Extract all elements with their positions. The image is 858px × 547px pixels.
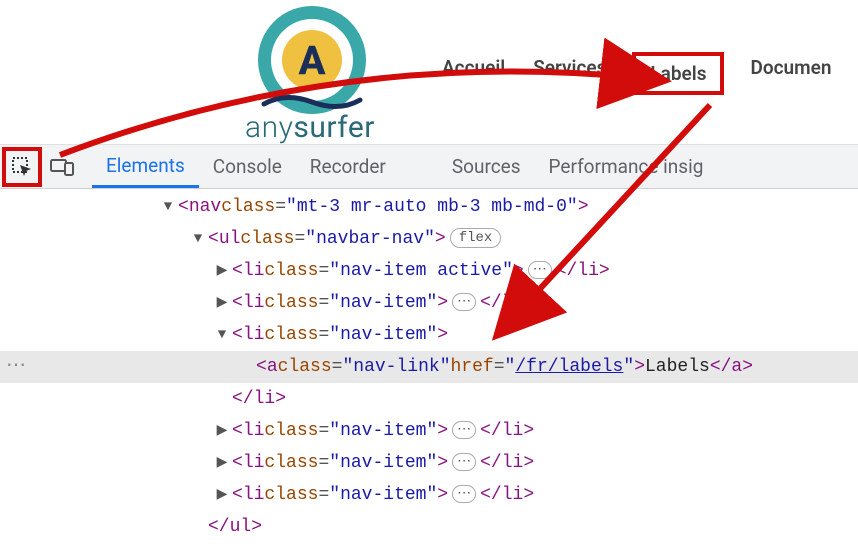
tab-sources[interactable]: Sources: [438, 147, 535, 186]
tab-elements[interactable]: Elements: [92, 146, 199, 188]
nav-accueil[interactable]: Accueil: [440, 52, 507, 95]
dom-node-li[interactable]: ▶<li class="nav-item">⋯</li>: [0, 287, 858, 319]
device-toolbar-icon[interactable]: [42, 147, 82, 187]
dom-node-li-expanded[interactable]: ▼<li class="nav-item">: [0, 319, 858, 351]
expand-toggle-icon[interactable]: ▶: [214, 479, 230, 511]
dom-node-ul[interactable]: ▼<ul class="navbar-nav"> flex: [0, 223, 858, 255]
devtools-panel: Elements Console Recorder Sources Perfor…: [0, 145, 858, 547]
ellipsis-icon[interactable]: ⋯: [452, 421, 476, 439]
dom-node-li[interactable]: ▶<li class="nav-item">⋯</li>: [0, 447, 858, 479]
expand-toggle-icon[interactable]: ▼: [214, 319, 230, 351]
dom-node-li[interactable]: ▶<li class="nav-item active">⋯</li>: [0, 255, 858, 287]
dom-node-ul-close[interactable]: </ul>: [0, 511, 858, 543]
ellipsis-icon[interactable]: ⋯: [452, 485, 476, 503]
nav-labels[interactable]: Labels: [632, 52, 724, 95]
dom-node-li-close[interactable]: </li>: [0, 383, 858, 415]
tab-recorder[interactable]: Recorder: [296, 147, 400, 186]
nav-documentation[interactable]: Documen: [748, 52, 833, 95]
expand-toggle-icon[interactable]: ▶: [214, 415, 230, 447]
expand-toggle-icon[interactable]: ▼: [190, 223, 206, 255]
dom-node-li[interactable]: ▶<li class="nav-item">⋯</li>: [0, 479, 858, 511]
ellipsis-icon[interactable]: ⋯: [528, 261, 552, 279]
expand-toggle-icon[interactable]: ▼: [160, 191, 176, 223]
dom-node-nav[interactable]: ▼<nav class="mt-3 mr-auto mb-3 mb-md-0">: [0, 191, 858, 223]
tab-console[interactable]: Console: [199, 147, 296, 186]
devtools-toolbar: Elements Console Recorder Sources Perfor…: [0, 145, 858, 189]
inspect-element-icon[interactable]: [2, 147, 42, 187]
expand-toggle-icon[interactable]: ▶: [214, 447, 230, 479]
tab-performance[interactable]: Performance insig: [535, 147, 718, 186]
dom-node-li[interactable]: ▶<li class="nav-item">⋯</li>: [0, 415, 858, 447]
nav-services[interactable]: Services: [531, 52, 608, 95]
flex-badge[interactable]: flex: [450, 228, 502, 248]
ellipsis-icon[interactable]: ⋯: [452, 453, 476, 471]
expand-toggle-icon[interactable]: ▶: [214, 255, 230, 287]
site-nav: Accueil Services Labels Documen: [440, 52, 858, 95]
dom-tree[interactable]: ▼<nav class="mt-3 mr-auto mb-3 mb-md-0">…: [0, 189, 858, 547]
brand-name: anysurfer: [245, 110, 375, 145]
dom-node-a-labels[interactable]: <a class="nav-link" href="/fr/labels">La…: [0, 351, 858, 383]
website-header: A anysurfer Accueil Services Labels Docu…: [0, 0, 858, 145]
ellipsis-icon[interactable]: ⋯: [452, 293, 476, 311]
expand-toggle-icon[interactable]: ▶: [214, 287, 230, 319]
